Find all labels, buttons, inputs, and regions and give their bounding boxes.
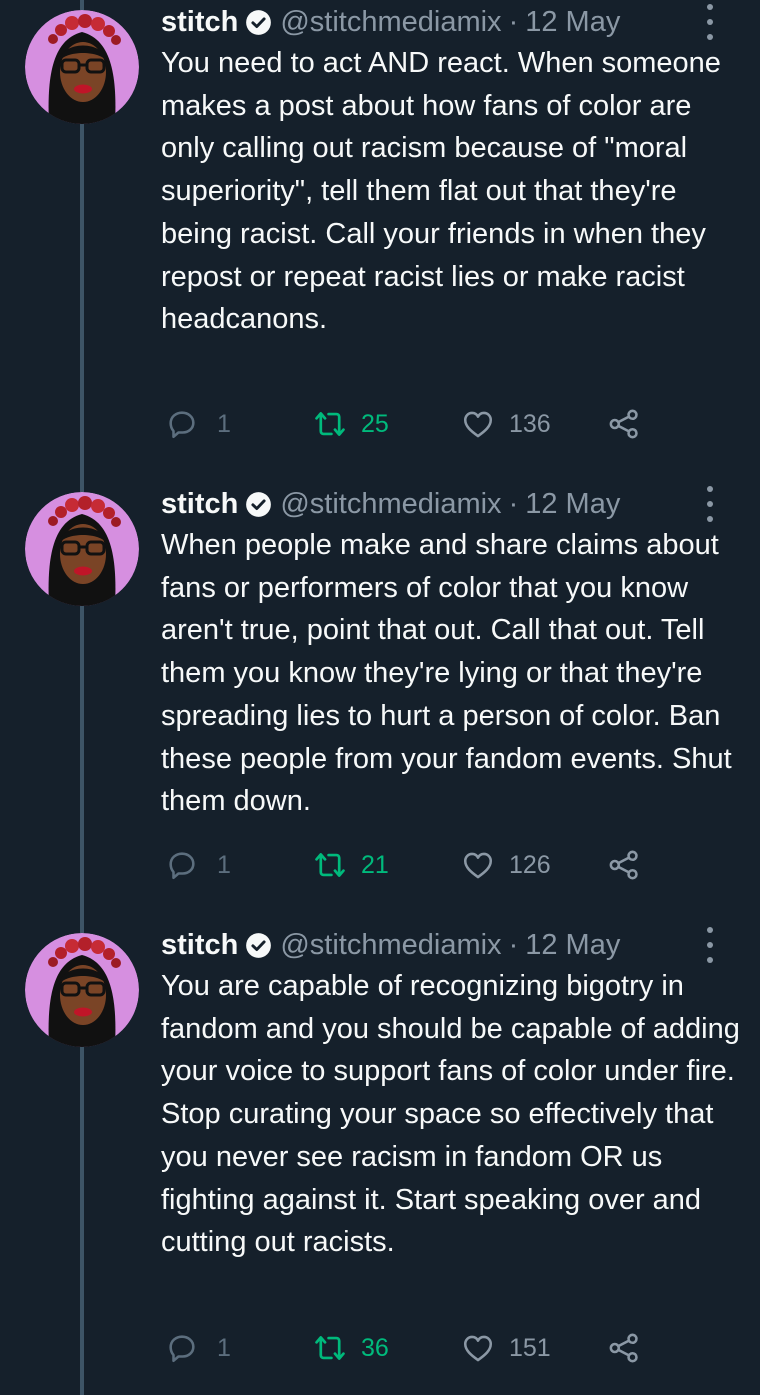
tweet-actions: 1 25 136 <box>165 404 685 444</box>
avatar-illustration <box>25 933 139 1047</box>
share-button[interactable] <box>607 404 641 444</box>
reply-button[interactable]: 1 <box>165 1328 231 1368</box>
tweet-actions: 1 21 126 <box>165 845 685 885</box>
avatar-illustration <box>25 492 139 606</box>
like-button[interactable]: 151 <box>461 1328 551 1368</box>
share-button[interactable] <box>607 1328 641 1368</box>
reply-icon <box>169 411 195 439</box>
author-handle[interactable]: @stitchmediamix <box>280 923 501 967</box>
avatar[interactable] <box>25 933 139 1047</box>
heart-icon <box>463 852 493 879</box>
tweet-date[interactable]: 12 May <box>525 0 620 44</box>
header-separator: · <box>508 488 519 520</box>
retweet-count: 21 <box>361 851 389 879</box>
tweet-text: You need to act AND react. When someone … <box>161 47 721 336</box>
verified-badge-icon <box>245 932 272 959</box>
retweet-button[interactable]: 21 <box>313 845 389 885</box>
tweet-content: stitch @stitchmediamix · 12 May When peo… <box>161 482 751 823</box>
retweet-count: 25 <box>361 410 389 438</box>
avatar-illustration <box>25 10 139 124</box>
author-name[interactable]: stitch <box>161 0 238 44</box>
header-separator: · <box>508 6 519 38</box>
reply-button[interactable]: 1 <box>165 845 231 885</box>
tweet-date[interactable]: 12 May <box>525 482 620 526</box>
avatar[interactable] <box>25 10 139 124</box>
retweet-button[interactable]: 36 <box>313 1328 389 1368</box>
heart-icon <box>463 411 493 438</box>
tweet-content: stitch @stitchmediamix · 12 May You need… <box>161 0 751 341</box>
tweet[interactable]: stitch @stitchmediamix · 12 May You are … <box>0 923 760 1395</box>
tweet[interactable]: stitch @stitchmediamix · 12 May You need… <box>0 0 760 480</box>
like-count: 151 <box>509 1334 551 1362</box>
verified-badge-icon <box>245 9 272 36</box>
author-name[interactable]: stitch <box>161 482 238 526</box>
share-button[interactable] <box>607 845 641 885</box>
tweet-text: When people make and share claims about … <box>161 529 732 818</box>
like-count: 126 <box>509 851 551 879</box>
header-separator: · <box>508 929 519 961</box>
retweet-count: 36 <box>361 1334 389 1362</box>
retweet-icon <box>315 853 345 877</box>
reply-button[interactable]: 1 <box>165 404 231 444</box>
tweet-text: You are capable of recognizing bigotry i… <box>161 970 740 1259</box>
reply-icon <box>169 852 195 880</box>
tweet-header: stitch @stitchmediamix · 12 May <box>161 482 751 526</box>
tweet-content: stitch @stitchmediamix · 12 May You are … <box>161 923 751 1264</box>
tweet-date[interactable]: 12 May <box>525 923 620 967</box>
reply-count: 1 <box>217 1334 231 1362</box>
share-icon <box>609 409 638 439</box>
reply-icon <box>169 1335 195 1363</box>
tweet-actions: 1 36 151 <box>165 1328 685 1368</box>
share-icon <box>609 1333 638 1363</box>
retweet-icon <box>315 1336 345 1360</box>
author-handle[interactable]: @stitchmediamix <box>280 0 501 44</box>
more-options-icon[interactable] <box>705 486 715 522</box>
reply-count: 1 <box>217 851 231 879</box>
reply-count: 1 <box>217 410 231 438</box>
author-handle[interactable]: @stitchmediamix <box>280 482 501 526</box>
avatar[interactable] <box>25 492 139 606</box>
author-name[interactable]: stitch <box>161 923 238 967</box>
tweet-header: stitch @stitchmediamix · 12 May <box>161 0 751 44</box>
more-options-icon[interactable] <box>705 4 715 40</box>
heart-icon <box>463 1335 493 1362</box>
tweet[interactable]: stitch @stitchmediamix · 12 May When peo… <box>0 482 760 922</box>
more-options-icon[interactable] <box>705 927 715 963</box>
retweet-icon <box>315 412 345 436</box>
like-button[interactable]: 136 <box>461 404 551 444</box>
retweet-button[interactable]: 25 <box>313 404 389 444</box>
like-count: 136 <box>509 410 551 438</box>
share-icon <box>609 850 638 880</box>
tweet-header: stitch @stitchmediamix · 12 May <box>161 923 751 967</box>
verified-badge-icon <box>245 491 272 518</box>
like-button[interactable]: 126 <box>461 845 551 885</box>
tweet-thread: stitch @stitchmediamix · 12 May You need… <box>0 0 760 1395</box>
